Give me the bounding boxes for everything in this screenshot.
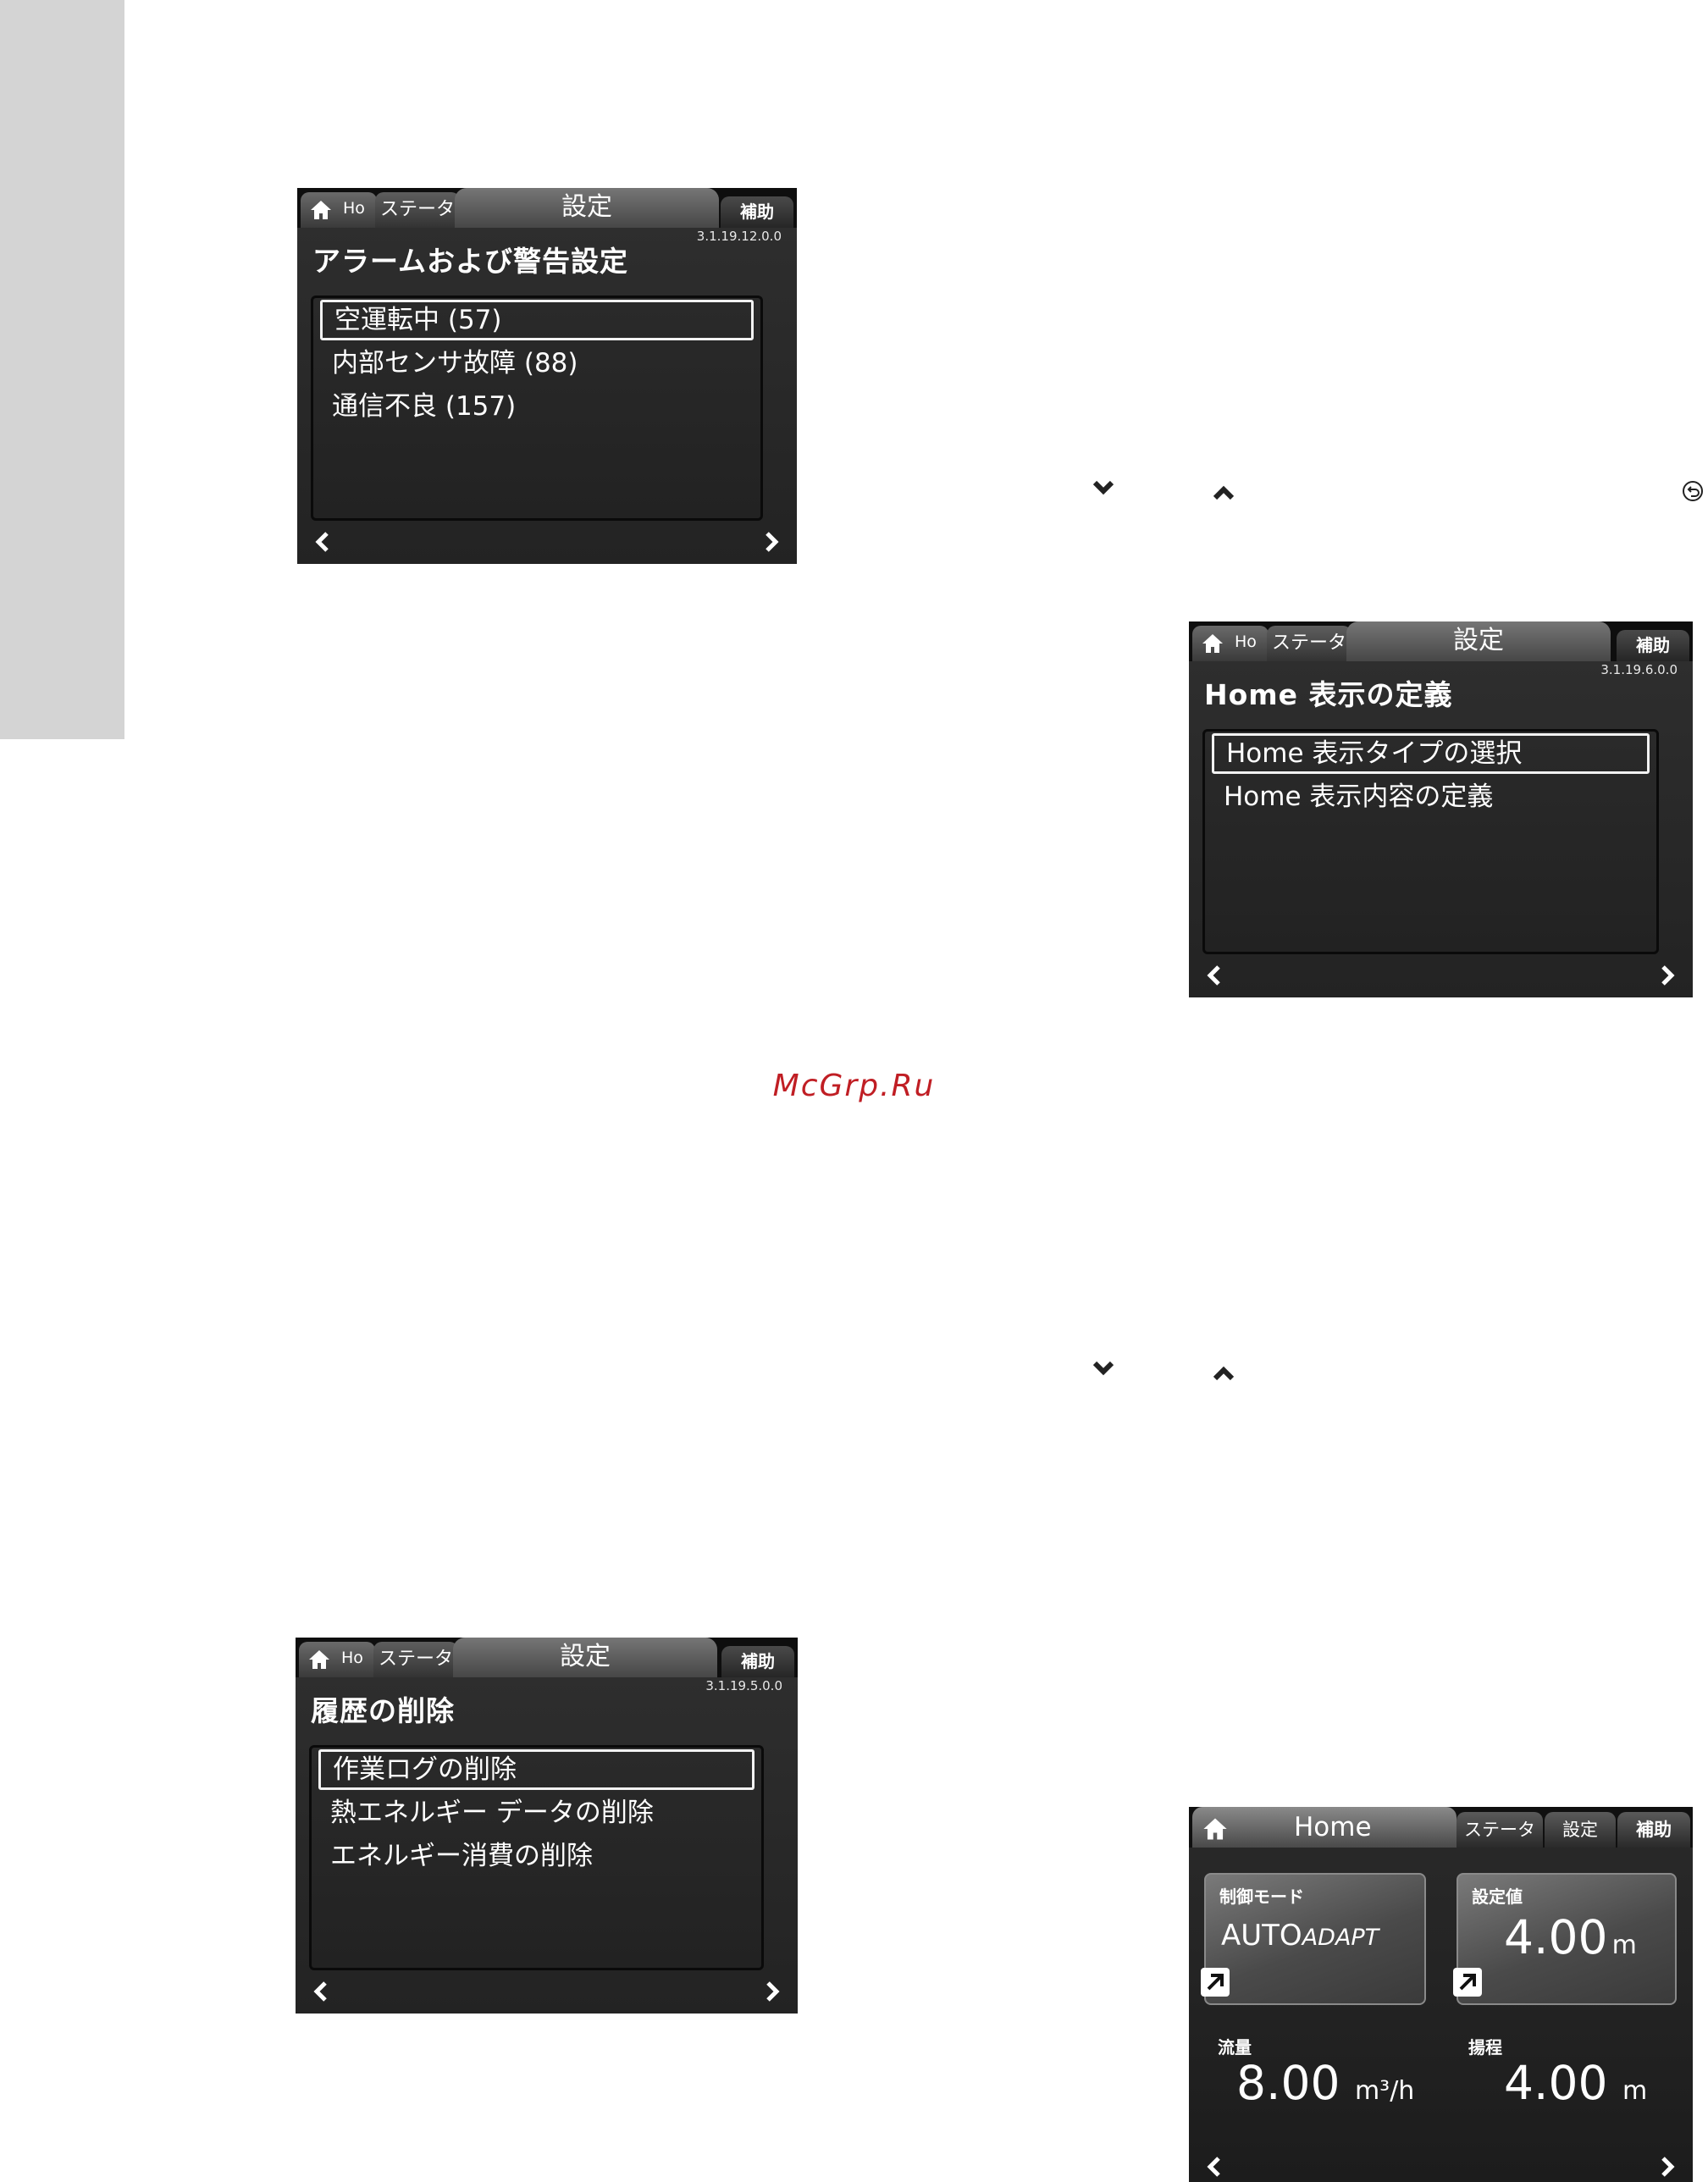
shortcut-arrow-icon[interactable]: [1201, 1968, 1230, 1997]
chevron-left-icon[interactable]: [1197, 958, 1231, 992]
chevron-right-icon[interactable]: [1650, 2150, 1684, 2182]
page-margin-bar: [0, 0, 124, 739]
chevron-down-icon: [1089, 1354, 1118, 1383]
tab-bar: Ho ステータ 設定 補助: [1189, 621, 1693, 661]
tab-home-label: Ho: [341, 1649, 363, 1667]
menu-version: 3.1.19.5.0.0: [705, 1678, 782, 1693]
tab-home-label: Home: [1294, 1812, 1372, 1842]
chevron-right-icon[interactable]: [755, 525, 788, 559]
flow-value: 8.00: [1236, 2056, 1340, 2110]
menu-list: 作業ログの削除 熱エネルギー データの削除 エネルギー消費の削除: [309, 1745, 764, 1970]
list-item-delete-energy-consumption[interactable]: エネルギー消費の削除: [318, 1836, 755, 1876]
head-readout: 4.00 m: [1504, 2056, 1647, 2110]
setpoint-label: 設定値: [1472, 1886, 1523, 1907]
chevron-up-icon: [1209, 1359, 1238, 1388]
head-value: 4.00: [1504, 2056, 1608, 2110]
screen-title: アラームおよび警告設定: [312, 245, 629, 278]
home-icon: [1202, 634, 1223, 653]
tab-status[interactable]: ステータ: [373, 1642, 458, 1677]
settings-screen-alarms: Ho ステータ 設定 補助 3.1.19.12.0.0 アラームおよび警告設定 …: [297, 188, 797, 564]
tab-help[interactable]: 補助: [721, 196, 793, 228]
tab-status[interactable]: ステータ: [375, 192, 460, 228]
menu-version: 3.1.19.6.0.0: [1600, 662, 1678, 677]
tab-settings[interactable]: 設定: [1545, 1812, 1616, 1848]
menu-list: 空運転中 (57) 内部センサ故障 (88) 通信不良 (157): [311, 296, 763, 521]
tab-bar: Ho ステータ 設定 補助: [296, 1638, 798, 1677]
setpoint-value: 4.00: [1504, 1910, 1608, 1964]
tab-help[interactable]: 補助: [1617, 630, 1689, 661]
screen-title: Home 表示の定義: [1204, 678, 1453, 711]
menu-version: 3.1.19.12.0.0: [696, 229, 782, 244]
menu-list: Home 表示タイプの選択 Home 表示内容の定義: [1202, 729, 1659, 954]
tab-home[interactable]: Ho: [299, 1642, 375, 1677]
tab-help[interactable]: 補助: [721, 1646, 794, 1677]
chevron-left-icon[interactable]: [304, 1975, 338, 2008]
tab-bar: Ho ステータ 設定 補助: [297, 188, 797, 228]
list-item-communication-fault[interactable]: 通信不良 (157): [320, 386, 754, 427]
tab-settings[interactable]: 設定: [453, 1638, 717, 1677]
list-item-select-home-display-type[interactable]: Home 表示タイプの選択: [1212, 733, 1650, 774]
control-mode-suffix: ADAPT: [1302, 1925, 1379, 1951]
setpoint-unit: m: [1611, 1931, 1637, 1960]
list-item-define-home-display-contents[interactable]: Home 表示内容の定義: [1212, 776, 1650, 817]
tab-status[interactable]: ステータ: [1456, 1812, 1543, 1848]
settings-screen-home-display: Ho ステータ 設定 補助 3.1.19.6.0.0 Home 表示の定義 Ho…: [1189, 621, 1693, 997]
tab-home-label: Ho: [343, 199, 365, 218]
chevron-up-icon: [1209, 478, 1238, 507]
tab-home[interactable]: Home: [1192, 1807, 1456, 1848]
tab-status[interactable]: ステータ: [1267, 626, 1351, 661]
tab-settings[interactable]: 設定: [1346, 621, 1611, 661]
tab-home[interactable]: Ho: [301, 192, 377, 228]
setpoint-tile[interactable]: 設定値 4.00 m: [1453, 1873, 1677, 2005]
control-mode-label: 制御モード: [1219, 1886, 1304, 1907]
list-item-delete-work-log[interactable]: 作業ログの削除: [318, 1749, 755, 1790]
watermark: McGrp.Ru: [772, 1069, 936, 1103]
back-icon: [1681, 479, 1705, 503]
tab-bar: Home ステータ 設定 補助: [1189, 1807, 1693, 1848]
list-item-delete-heat-energy-data[interactable]: 熱エネルギー データの削除: [318, 1793, 755, 1833]
home-icon: [1203, 1818, 1227, 1840]
head-label: 揚程: [1468, 2037, 1502, 2058]
home-icon: [311, 201, 331, 219]
home-icon: [309, 1650, 329, 1669]
shortcut-arrow-icon[interactable]: [1453, 1968, 1482, 1997]
list-item-dry-running[interactable]: 空運転中 (57): [320, 300, 754, 340]
chevron-right-icon[interactable]: [1650, 958, 1684, 992]
settings-screen-delete-history: Ho ステータ 設定 補助 3.1.19.5.0.0 履歴の削除 作業ログの削除…: [296, 1638, 798, 2014]
chevron-right-icon[interactable]: [755, 1975, 789, 2008]
flow-readout: 8.00 m³/h: [1236, 2056, 1414, 2110]
flow-unit: m³/h: [1354, 2076, 1415, 2106]
home-screen: Home ステータ 設定 補助 制御モード AUTOADAPT 設定値 4.00…: [1189, 1807, 1693, 2182]
tab-home[interactable]: Ho: [1192, 626, 1269, 661]
flow-label: 流量: [1218, 2037, 1252, 2058]
tab-help[interactable]: 補助: [1617, 1812, 1690, 1848]
chevron-down-icon: [1089, 473, 1118, 502]
head-unit: m: [1622, 2076, 1648, 2106]
list-item-internal-sensor-fault[interactable]: 内部センサ故障 (88): [320, 343, 754, 384]
control-mode-value: AUTO: [1221, 1919, 1302, 1953]
tab-settings[interactable]: 設定: [455, 188, 719, 228]
tab-home-label: Ho: [1235, 633, 1257, 651]
screen-title: 履歴の削除: [311, 1694, 455, 1727]
chevron-left-icon[interactable]: [1197, 2150, 1231, 2182]
chevron-left-icon[interactable]: [306, 525, 340, 559]
control-mode-tile[interactable]: 制御モード AUTOADAPT: [1201, 1873, 1426, 2005]
